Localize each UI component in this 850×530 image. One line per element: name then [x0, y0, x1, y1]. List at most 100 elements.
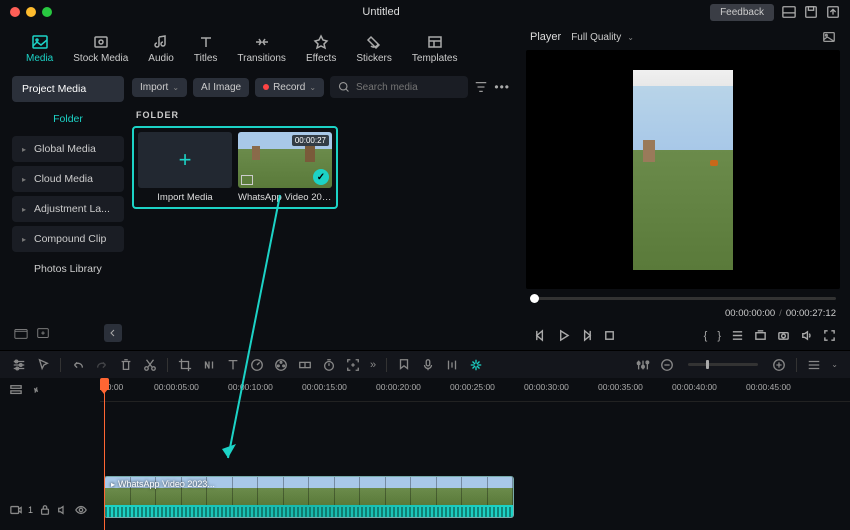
sidebar-folder[interactable]: Folder	[12, 106, 124, 132]
timeline-track-headers: 1	[0, 378, 100, 530]
time-ruler[interactable]: 00:00 00:00:05:00 00:00:10:00 00:00:15:0…	[100, 378, 850, 402]
save-icon[interactable]	[804, 5, 818, 19]
playhead[interactable]	[104, 378, 105, 530]
sidebar-global-media[interactable]: ▸Global Media	[12, 136, 124, 162]
feedback-button[interactable]: Feedback	[710, 4, 774, 21]
tab-stickers[interactable]: Stickers	[348, 30, 400, 70]
tab-transitions[interactable]: Transitions	[229, 30, 294, 70]
prev-frame-icon[interactable]	[534, 329, 547, 342]
preferences-icon[interactable]	[12, 358, 26, 372]
speed-icon[interactable]	[250, 358, 264, 372]
mark-in-icon[interactable]: {	[704, 330, 708, 342]
import-dropdown[interactable]: Import⌄	[132, 78, 187, 97]
search-field[interactable]	[330, 76, 468, 98]
snapshot-icon[interactable]	[822, 30, 836, 44]
mixer-icon[interactable]	[636, 358, 650, 372]
sidebar-photos-library[interactable]: Photos Library	[12, 256, 124, 282]
audio-mix-icon[interactable]	[445, 358, 459, 372]
marker-list-icon[interactable]	[731, 329, 744, 342]
sidebar-adjustment-layer[interactable]: ▸Adjustment La...	[12, 196, 124, 222]
tab-templates-label: Templates	[412, 53, 458, 64]
detect-icon[interactable]	[346, 358, 360, 372]
clip-label: WhatsApp Video 202...	[238, 192, 332, 203]
project-title: Untitled	[52, 6, 710, 18]
tab-stock-label: Stock Media	[73, 53, 128, 64]
search-icon	[338, 80, 350, 94]
camera-icon[interactable]	[777, 329, 790, 342]
tab-audio[interactable]: Audio	[140, 30, 182, 70]
timeline-tracks-area[interactable]: 00:00 00:00:05:00 00:00:10:00 00:00:15:0…	[100, 378, 850, 530]
media-clip-tile[interactable]: 00:00:27 WhatsApp Video 202...	[238, 132, 332, 203]
zoom-out-icon[interactable]	[660, 358, 674, 372]
track-stack-icon[interactable]	[10, 384, 22, 396]
tab-stock-media[interactable]: Stock Media	[65, 30, 136, 70]
sidebar-project-media[interactable]: Project Media	[12, 76, 124, 102]
minimize-window-button[interactable]	[26, 7, 36, 17]
more-tools-icon[interactable]: »	[370, 359, 376, 371]
import-media-tile[interactable]: + Import Media	[138, 132, 232, 203]
marker-icon[interactable]	[397, 358, 411, 372]
fullscreen-icon[interactable]	[823, 329, 836, 342]
used-check-icon	[313, 169, 329, 185]
redo-icon[interactable]	[95, 358, 109, 372]
clip-audio-waveform	[105, 505, 513, 518]
duration-badge: 00:00:27	[292, 135, 329, 146]
track-display-icon[interactable]	[807, 358, 821, 372]
timeline-toolbar: » ⌄	[0, 350, 850, 378]
search-input[interactable]	[356, 82, 460, 93]
close-window-button[interactable]	[10, 7, 20, 17]
import-media-label: Import Media	[157, 192, 212, 203]
delete-icon[interactable]	[119, 358, 133, 372]
sidebar-cloud-media[interactable]: ▸Cloud Media	[12, 166, 124, 192]
auto-ripple-icon[interactable]	[469, 358, 483, 372]
video-track-header[interactable]: 1	[0, 498, 100, 530]
play-icon[interactable]	[557, 329, 570, 342]
new-folder-icon[interactable]	[14, 326, 28, 340]
sidebar-compound-clip[interactable]: ▸Compound Clip	[12, 226, 124, 252]
mark-out-icon[interactable]: }	[717, 330, 721, 342]
player-panel: Player Full Quality⌄ 00:00:00:00 / 00:00…	[520, 24, 850, 350]
zoom-slider[interactable]	[688, 363, 758, 366]
zoom-in-icon[interactable]	[772, 358, 786, 372]
player-viewport[interactable]	[526, 50, 840, 289]
record-dot-icon	[263, 84, 269, 90]
lock-icon[interactable]	[39, 504, 51, 516]
color-icon[interactable]	[274, 358, 288, 372]
detach-icon[interactable]	[754, 329, 767, 342]
tab-titles[interactable]: Titles	[186, 30, 226, 70]
link-icon[interactable]	[30, 384, 42, 396]
new-bin-icon[interactable]	[36, 326, 50, 340]
undo-icon[interactable]	[71, 358, 85, 372]
record-vo-icon[interactable]	[421, 358, 435, 372]
next-frame-icon[interactable]	[580, 329, 593, 342]
record-dropdown[interactable]: Record⌄	[255, 78, 324, 97]
stop-icon[interactable]	[603, 329, 616, 342]
keyframe-icon[interactable]	[298, 358, 312, 372]
maximize-window-button[interactable]	[42, 7, 52, 17]
visibility-icon[interactable]	[75, 504, 87, 516]
filter-icon[interactable]	[474, 80, 488, 94]
text-icon[interactable]	[226, 358, 240, 372]
mute-track-icon[interactable]	[57, 504, 69, 516]
export-icon[interactable]	[826, 5, 840, 19]
cut-icon[interactable]	[143, 358, 157, 372]
speed-text-icon[interactable]	[202, 358, 216, 372]
timeline-clip[interactable]: WhatsApp Video 2023...	[104, 476, 514, 518]
media-sidebar: Project Media Folder ▸Global Media ▸Clou…	[12, 76, 124, 350]
crop-icon[interactable]	[178, 358, 192, 372]
quality-dropdown[interactable]: Full Quality⌄	[571, 32, 634, 43]
more-options-button[interactable]: •••	[494, 80, 510, 94]
pointer-icon[interactable]	[36, 358, 50, 372]
ai-image-button[interactable]: AI Image	[193, 78, 249, 97]
timer-icon[interactable]	[322, 358, 336, 372]
tab-templates[interactable]: Templates	[404, 30, 466, 70]
layout-icon[interactable]	[782, 5, 796, 19]
collapse-sidebar-button[interactable]	[104, 324, 122, 342]
media-browser: Import⌄ AI Image Record⌄ ••• FOLDER + Im…	[132, 76, 510, 350]
tab-effects[interactable]: Effects	[298, 30, 344, 70]
window-controls	[10, 7, 52, 17]
tab-media[interactable]: Media	[18, 30, 61, 70]
tab-titles-label: Titles	[194, 53, 218, 64]
volume-icon[interactable]	[800, 329, 813, 342]
player-progress[interactable]	[530, 297, 836, 300]
